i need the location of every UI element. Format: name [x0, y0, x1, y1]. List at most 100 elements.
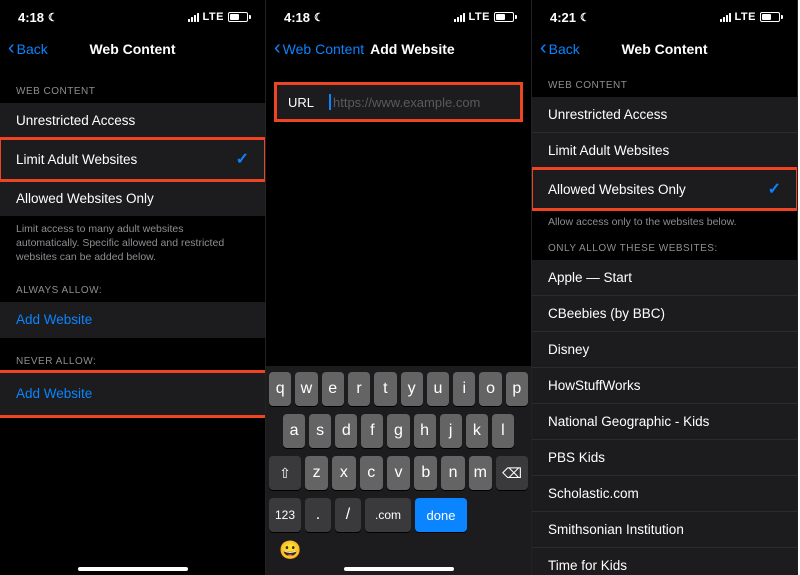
key-r[interactable]: r [348, 372, 370, 406]
chevron-left-icon: ‹ [8, 38, 15, 58]
key-y[interactable]: y [401, 372, 423, 406]
page-title: Add Website [370, 41, 455, 57]
dotcom-key[interactable]: .com [365, 498, 411, 532]
nav-bar: ‹ Web Content Add Website [266, 30, 531, 68]
url-label: URL [288, 95, 329, 110]
key-z[interactable]: z [305, 456, 328, 490]
option-label: Limit Adult Websites [548, 143, 669, 158]
key-t[interactable]: t [374, 372, 396, 406]
key-f[interactable]: f [361, 414, 383, 448]
section-header-never-allow: NEVER ALLOW: [0, 338, 265, 373]
key-o[interactable]: o [479, 372, 501, 406]
battery-icon [760, 12, 783, 22]
status-time: 4:21 [550, 10, 576, 25]
screen-web-content-allowed: 4:21 ☾ LTE ‹ Back Web Content WEB CONTEN… [532, 0, 798, 575]
backspace-key[interactable]: ⌫ [496, 456, 528, 490]
key-p[interactable]: p [506, 372, 528, 406]
section-header-web-content: WEB CONTENT [532, 68, 797, 97]
allowed-site-row[interactable]: Time for Kids [532, 548, 797, 575]
key-v[interactable]: v [387, 456, 410, 490]
back-label: Back [17, 41, 48, 57]
key-l[interactable]: l [492, 414, 514, 448]
home-indicator[interactable] [344, 567, 454, 571]
key-g[interactable]: g [387, 414, 409, 448]
allowed-site-label: HowStuffWorks [548, 378, 641, 393]
key-b[interactable]: b [414, 456, 437, 490]
shift-key[interactable]: ⇧ [269, 456, 301, 490]
back-label: Back [549, 41, 580, 57]
cell-signal-icon [188, 12, 199, 22]
option-label: Unrestricted Access [548, 107, 667, 122]
slash-key[interactable]: / [335, 498, 361, 532]
home-indicator[interactable] [78, 567, 188, 571]
allowed-site-row[interactable]: Smithsonian Institution [532, 512, 797, 548]
allowed-site-label: Smithsonian Institution [548, 522, 684, 537]
option-label: Allowed Websites Only [548, 182, 686, 197]
url-field-row[interactable]: URL [276, 84, 521, 120]
back-button[interactable]: ‹ Back [540, 40, 580, 58]
nav-bar: ‹ Back Web Content [532, 30, 797, 68]
key-m[interactable]: m [469, 456, 492, 490]
dot-key[interactable]: . [305, 498, 331, 532]
section-header-always-allow: ALWAYS ALLOW: [0, 267, 265, 302]
allowed-site-row[interactable]: National Geographic - Kids [532, 404, 797, 440]
emoji-key[interactable]: 😀 [279, 540, 301, 561]
key-d[interactable]: d [335, 414, 357, 448]
key-h[interactable]: h [414, 414, 436, 448]
do-not-disturb-icon: ☾ [48, 11, 58, 24]
key-n[interactable]: n [441, 456, 464, 490]
section-header-web-content: WEB CONTENT [0, 68, 265, 103]
back-button[interactable]: ‹ Back [8, 40, 48, 58]
web-content-options: Unrestricted Access Limit Adult Websites… [0, 103, 265, 216]
nav-bar: ‹ Back Web Content [0, 30, 265, 68]
key-u[interactable]: u [427, 372, 449, 406]
checkmark-icon: ✓ [236, 149, 249, 169]
add-website-always[interactable]: Add Website [0, 302, 265, 338]
key-c[interactable]: c [360, 456, 383, 490]
allowed-site-row[interactable]: CBeebies (by BBC) [532, 296, 797, 332]
section-footer: Allow access only to the websites below. [532, 209, 797, 231]
numbers-key[interactable]: 123 [269, 498, 301, 532]
allowed-site-row[interactable]: PBS Kids [532, 440, 797, 476]
do-not-disturb-icon: ☾ [580, 11, 590, 24]
chevron-left-icon: ‹ [274, 38, 281, 58]
status-time: 4:18 [284, 10, 310, 25]
section-header-only-allow: ONLY ALLOW THESE WEBSITES: [532, 231, 797, 260]
allowed-site-row[interactable]: Apple — Start [532, 260, 797, 296]
add-website-label: Add Website [16, 312, 92, 327]
cell-signal-icon [720, 12, 731, 22]
key-j[interactable]: j [440, 414, 462, 448]
option-label: Allowed Websites Only [16, 191, 154, 206]
key-q[interactable]: q [269, 372, 291, 406]
key-k[interactable]: k [466, 414, 488, 448]
allowed-sites-list: Apple — Start CBeebies (by BBC) Disney HowS… [532, 260, 797, 575]
option-label: Limit Adult Websites [16, 152, 137, 167]
option-unrestricted[interactable]: Unrestricted Access [532, 97, 797, 133]
option-limit-adult[interactable]: Limit Adult Websites [532, 133, 797, 169]
allowed-site-row[interactable]: Disney [532, 332, 797, 368]
allowed-site-row[interactable]: HowStuffWorks [532, 368, 797, 404]
keyboard: qwertyuiop asdfghjkl ⇧ zxcvbnm ⌫ 123 . /… [266, 366, 531, 575]
key-a[interactable]: a [283, 414, 305, 448]
url-input[interactable] [333, 95, 509, 110]
network-label: LTE [469, 11, 490, 23]
add-website-never[interactable]: Add Website [0, 373, 265, 415]
key-e[interactable]: e [322, 372, 344, 406]
checkmark-icon: ✓ [768, 179, 781, 199]
back-label: Web Content [283, 41, 364, 57]
done-key[interactable]: done [415, 498, 467, 532]
screen-web-content-limit: 4:18 ☾ LTE ‹ Back Web Content WEB CONTEN… [0, 0, 266, 575]
key-x[interactable]: x [332, 456, 355, 490]
key-w[interactable]: w [295, 372, 317, 406]
option-allowed-only[interactable]: Allowed Websites Only ✓ [532, 169, 797, 209]
allowed-site-row[interactable]: Scholastic.com [532, 476, 797, 512]
keyboard-row-3-letters: zxcvbnm [305, 456, 492, 490]
key-i[interactable]: i [453, 372, 475, 406]
battery-icon [494, 12, 517, 22]
option-unrestricted[interactable]: Unrestricted Access [0, 103, 265, 139]
key-s[interactable]: s [309, 414, 331, 448]
allowed-site-label: CBeebies (by BBC) [548, 306, 665, 321]
option-allowed-only[interactable]: Allowed Websites Only [0, 180, 265, 216]
option-limit-adult[interactable]: Limit Adult Websites ✓ [0, 139, 265, 180]
back-button[interactable]: ‹ Web Content [274, 40, 364, 58]
